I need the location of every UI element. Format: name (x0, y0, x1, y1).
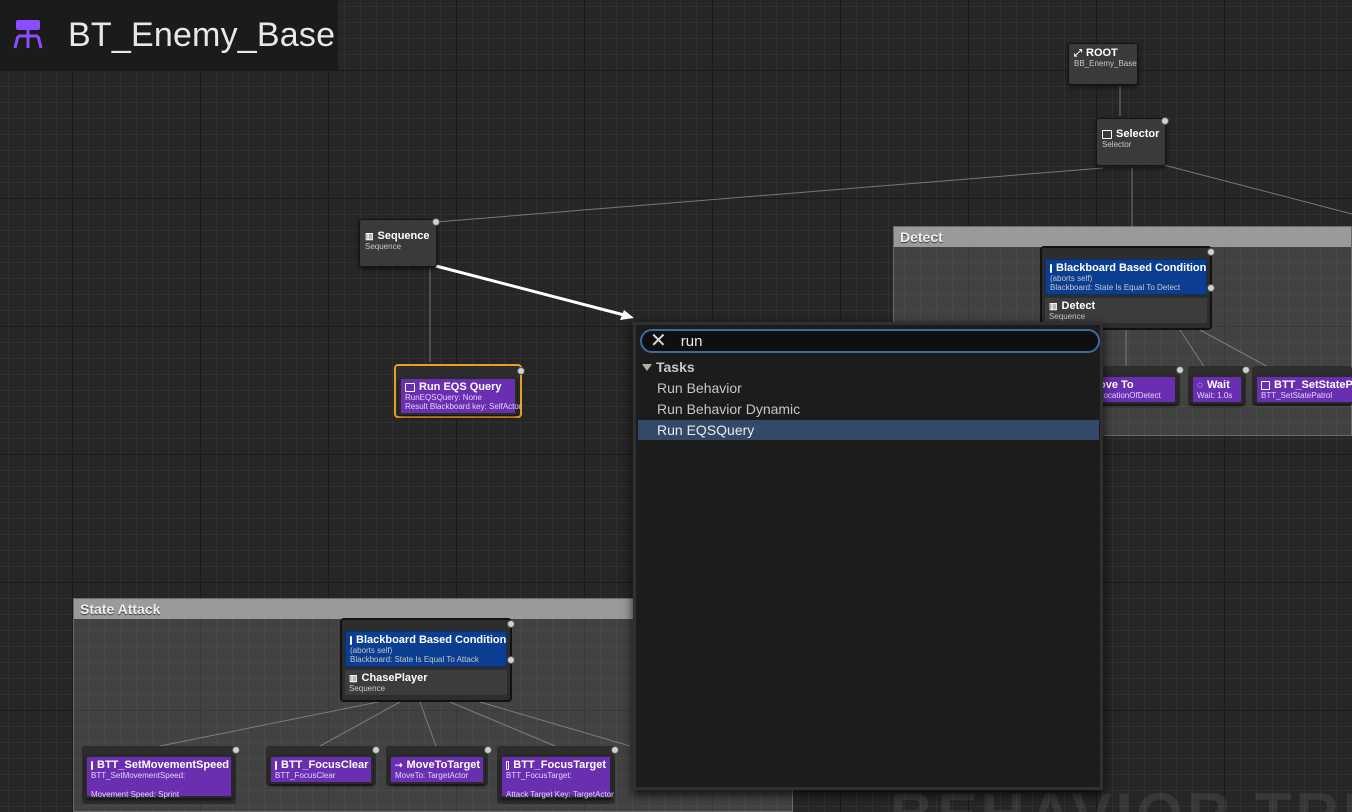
task-icon (275, 760, 277, 770)
attack-task-movetotarget[interactable]: ⇢ MoveToTarget MoveTo: TargetActor (386, 746, 492, 786)
decorator-icon (1050, 263, 1052, 273)
selector-node[interactable]: Selector Selector (1096, 117, 1169, 166)
menu-item-run-eqsquery[interactable]: Run EQSQuery (638, 420, 1099, 440)
output-pin[interactable] (432, 218, 440, 226)
output-pin[interactable] (1242, 366, 1250, 374)
comment-label: Detect (894, 227, 1351, 247)
sequence-icon: ▥ (1049, 300, 1058, 311)
output-pin[interactable] (517, 367, 525, 375)
chaseplayer-sequence-node[interactable]: Blackboard Based Condition (aborts self)… (340, 618, 515, 702)
output-pin[interactable] (1161, 117, 1169, 125)
attack-task-setmovementspeed[interactable]: BTT_SetMovementSpeed BTT_SetMovementSpee… (82, 746, 240, 804)
output-pin[interactable] (484, 746, 492, 754)
category-tasks[interactable]: Tasks (642, 359, 695, 375)
task-icon (91, 760, 93, 770)
sequence-icon: ▥ (365, 230, 374, 241)
search-input[interactable] (680, 332, 1061, 350)
detect-sequence-node[interactable]: Blackboard Based Condition (aborts self)… (1040, 246, 1215, 330)
attack-task-focusclear[interactable]: BTT_FocusClear BTT_FocusClear (266, 746, 380, 786)
asset-title-bar: BT_Enemy_Base (0, 0, 338, 70)
search-box[interactable]: ✕ (640, 329, 1100, 353)
output-pin[interactable] (1207, 248, 1215, 256)
output-pin[interactable] (372, 746, 380, 754)
eqs-icon (405, 382, 415, 392)
output-pin[interactable] (507, 620, 515, 628)
blackboard-decorator[interactable]: Blackboard Based Condition (aborts self)… (345, 631, 507, 667)
blackboard-decorator[interactable]: Blackboard Based Condition (aborts self)… (1045, 259, 1207, 295)
node-search-menu[interactable]: ✕ Tasks Run Behavior Run Behavior Dynami… (633, 322, 1103, 790)
asset-title: BT_Enemy_Base (68, 15, 336, 54)
root-node[interactable]: ⤢ ROOT BB_Enemy_Base (1068, 43, 1138, 85)
behavior-tree-icon (13, 20, 43, 49)
selector-icon (1102, 129, 1112, 139)
root-icon: ⤢ (1074, 47, 1082, 59)
output-pin[interactable] (611, 746, 619, 754)
decorator-icon (350, 635, 352, 645)
moveto-icon: ⇢ (395, 759, 403, 770)
clear-search-icon[interactable]: ✕ (650, 331, 667, 351)
run-eqs-query-node[interactable]: Run EQS Query RunEQSQuery: None Result B… (394, 364, 525, 418)
attack-task-focustarget[interactable]: BTT_FocusTarget BTT_FocusTarget: Attack … (497, 746, 619, 804)
task-icon (506, 760, 510, 770)
detect-task-wait[interactable]: ◌ Wait Wait: 1.0s (1188, 366, 1250, 406)
wait-icon: ◌ (1197, 379, 1203, 391)
task-icon (1261, 380, 1271, 390)
output-pin[interactable] (1207, 284, 1215, 292)
sequence-icon: ▥ (349, 672, 358, 683)
detect-task-setstate[interactable]: BTT_SetStatePa BTT_SetStatePatrol (1252, 366, 1352, 406)
sequence-node[interactable]: ▥ Sequence Sequence (359, 218, 440, 267)
collapse-arrow-icon[interactable] (642, 363, 652, 371)
menu-item-run-behavior[interactable]: Run Behavior (638, 378, 1099, 398)
detect-task-moveto[interactable]: ove To LocationOfDetect (1090, 366, 1184, 406)
menu-item-run-behavior-dynamic[interactable]: Run Behavior Dynamic (638, 399, 1099, 419)
output-pin[interactable] (1176, 366, 1184, 374)
output-pin[interactable] (507, 656, 515, 664)
output-pin[interactable] (232, 746, 240, 754)
